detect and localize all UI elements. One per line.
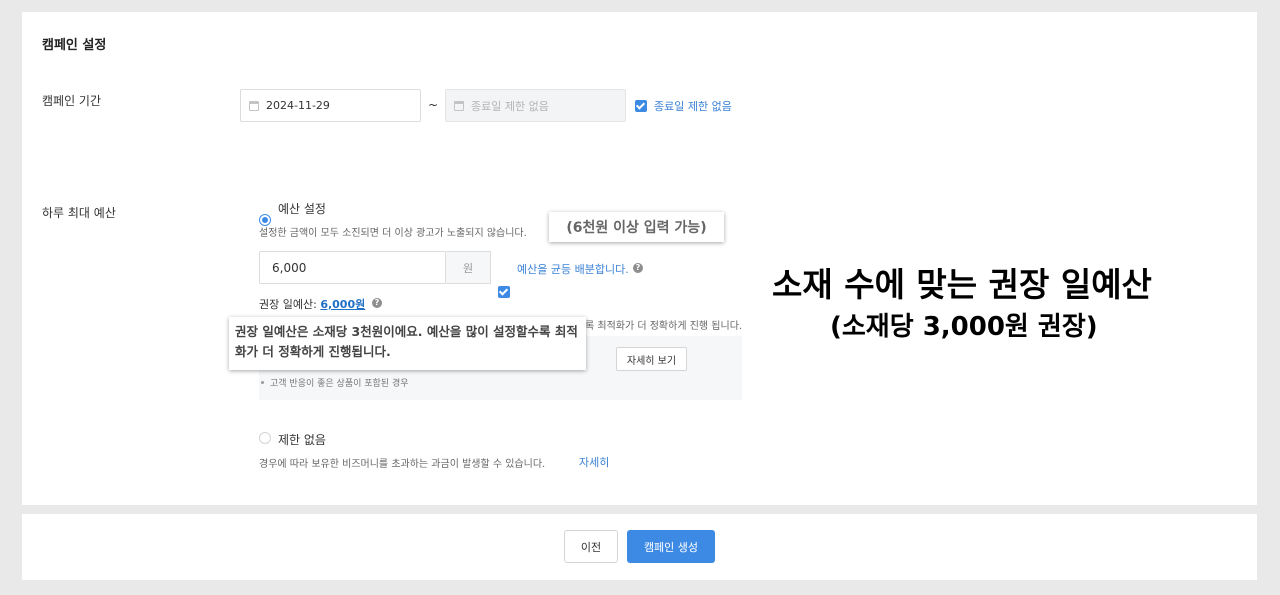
budget-unlimited-radio[interactable]	[259, 432, 271, 444]
footer-bar: 이전 캠페인 생성	[22, 514, 1257, 580]
bullet-dot	[261, 381, 264, 384]
end-date-placeholder: 종료일 제한 없음	[471, 99, 549, 113]
period-label: 캠페인 기간	[42, 94, 102, 108]
no-end-date-label[interactable]: 종료일 제한 없음	[654, 98, 732, 114]
overlay-subtitle: (소재당 3,000원 권장)	[830, 312, 1098, 342]
prev-button[interactable]: 이전	[564, 530, 618, 563]
budget-set-desc: 설정한 금액이 모두 소진되면 더 이상 광고가 노출되지 않습니다.	[259, 228, 527, 239]
help-icon[interactable]: ?	[633, 263, 643, 273]
create-campaign-button[interactable]: 캠페인 생성	[627, 530, 715, 563]
no-end-date-checkbox[interactable]	[635, 100, 647, 112]
even-distribution-label[interactable]: 예산을 균등 배분합니다.	[517, 261, 629, 277]
budget-label: 하루 최대 예산	[42, 206, 116, 220]
date-separator: ~	[428, 98, 439, 112]
info-bullet-text: 고객 반응이 좋은 상품이 포함된 경우	[270, 379, 409, 389]
calendar-icon	[454, 100, 464, 111]
budget-unlimited-desc: 경우에 따라 보유한 비즈머니를 초과하는 과금이 발생할 수 있습니다.	[259, 459, 546, 470]
budget-unlimited-label[interactable]: 제한 없음	[278, 431, 326, 448]
start-date-field[interactable]: 2024-11-29	[240, 89, 421, 122]
recommended-tail-text: 록 최적화가 더 정확하게 진행 됩니다.	[585, 321, 743, 332]
help-icon[interactable]: ?	[372, 298, 382, 308]
detail-button[interactable]: 자세히 보기	[616, 347, 687, 371]
info-bullet: 고객 반응이 좋은 상품이 포함된 경우	[259, 376, 409, 389]
budget-set-label[interactable]: 예산 설정	[278, 200, 326, 217]
section-title: 캠페인 설정	[42, 38, 107, 53]
detail-link[interactable]: 자세히	[579, 454, 609, 470]
budget-amount-input[interactable]: 6,000	[259, 251, 446, 284]
overlay-title: 소재 수에 맞는 권장 일예산	[772, 265, 1152, 304]
recommended-budget: 권장 일예산: 6,000원	[259, 296, 365, 312]
recommended-value[interactable]: 6,000원	[320, 298, 365, 311]
min-budget-callout: (6천원 이상 입력 가능)	[549, 212, 724, 242]
even-distribution-checkbox[interactable]	[498, 286, 510, 298]
start-date-value: 2024-11-29	[266, 99, 330, 112]
budget-unit: 원	[446, 251, 491, 284]
calendar-icon	[249, 100, 259, 111]
recommend-callout: 권장 일예산은 소재당 3천원이에요. 예산을 많이 설정할수록 최적화가 더 …	[229, 317, 586, 370]
end-date-field[interactable]: 종료일 제한 없음	[445, 89, 626, 122]
recommended-prefix: 권장 일예산:	[259, 298, 321, 311]
